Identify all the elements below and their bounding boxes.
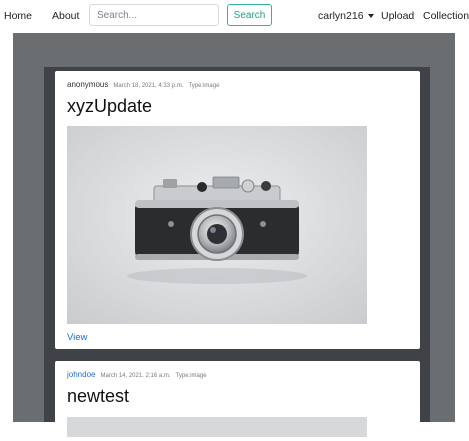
post-image <box>67 126 367 324</box>
post-author-link[interactable]: johndoe <box>67 370 95 379</box>
post-card: anonymous March 18, 2021, 4:33 p.m. Type:i… <box>55 71 420 349</box>
nav-home-link[interactable]: Home <box>4 10 32 22</box>
post-card: johndoe March 14, 2021, 2:16 a.m. Type:ima… <box>55 361 420 441</box>
post-type: Type:image <box>188 83 220 89</box>
post-title: xyzUpdate <box>67 96 153 116</box>
navbar: Home About Search carlyn216 Upload Colle… <box>0 0 469 33</box>
post-image <box>67 417 367 437</box>
caret-down-icon <box>367 14 374 18</box>
search-input[interactable] <box>89 4 219 26</box>
post-meta: anonymous March 18, 2021, 4:33 p.m. Type:i… <box>67 80 219 89</box>
post-date: March 18, 2021, 4:33 p.m. <box>113 83 184 89</box>
post-meta: johndoe March 14, 2021, 2:16 a.m. Type:ima… <box>67 370 207 379</box>
post-date: March 14, 2021, 2:16 a.m. <box>100 373 171 379</box>
post-author: anonymous <box>67 80 109 89</box>
post-title: newtest <box>67 386 130 406</box>
user-menu-toggle[interactable]: carlyn216 <box>318 10 374 22</box>
post-type: Type:image <box>175 373 207 379</box>
username-label: carlyn216 <box>318 10 364 22</box>
nav-collections-link[interactable]: Collections <box>423 10 469 22</box>
nav-about-link[interactable]: About <box>52 10 79 22</box>
search-button[interactable]: Search <box>227 4 272 26</box>
nav-upload-link[interactable]: Upload <box>381 10 414 22</box>
view-post-link[interactable]: View <box>67 332 87 343</box>
camera-photo-image <box>67 126 367 324</box>
